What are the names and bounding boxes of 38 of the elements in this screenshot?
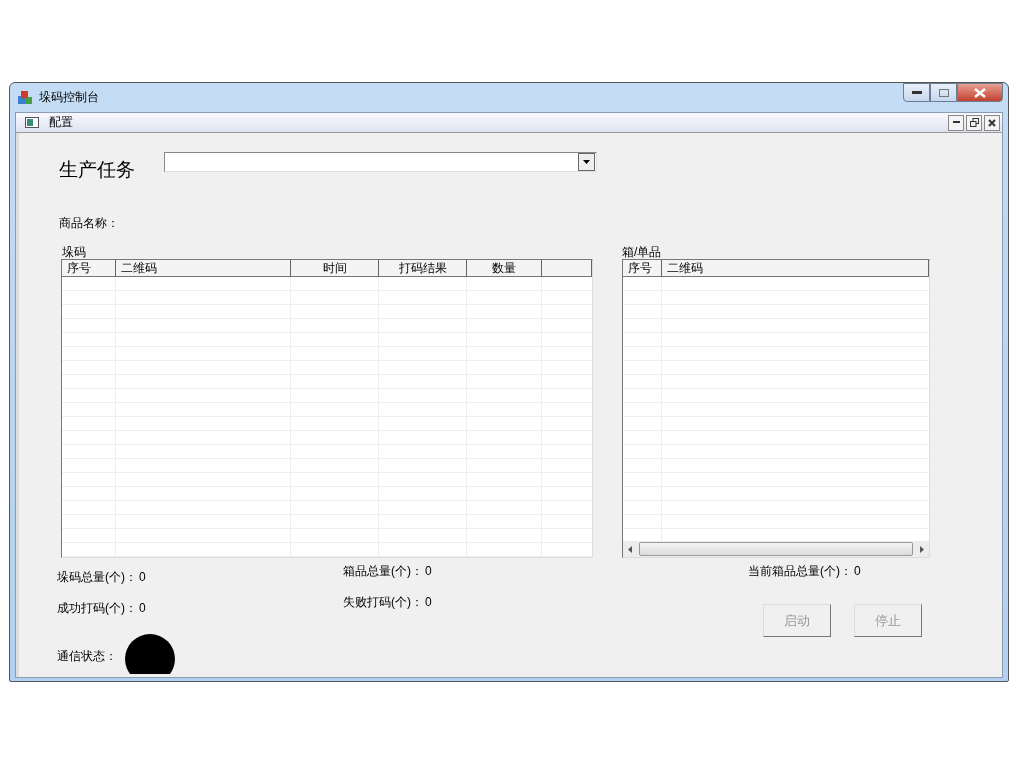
product-name-label: 商品名称： [59, 215, 120, 232]
minimize-icon [952, 121, 960, 124]
close-icon [988, 118, 996, 127]
form-icon [25, 117, 39, 128]
maximize-icon [938, 88, 949, 97]
stat-label: 成功打码(个)： 0 [57, 600, 147, 617]
column-header[interactable]: 序号 [623, 260, 662, 276]
minimize-button[interactable] [948, 114, 964, 131]
column-header[interactable]: 数量 [467, 260, 542, 276]
scroll-right-icon[interactable] [919, 545, 924, 553]
child-window-title: 配置 [49, 114, 73, 131]
minimize-button[interactable] [903, 83, 930, 102]
task-dropdown[interactable] [164, 152, 597, 172]
stat-label: 箱品总量(个)： 0 [343, 563, 433, 580]
horizontal-scrollbar[interactable] [623, 541, 929, 557]
dropdown-arrow-icon [583, 160, 590, 164]
maximize-button[interactable] [930, 83, 957, 102]
window-title: 垛码控制台 [39, 89, 99, 106]
status-label: 通信状态： [57, 648, 118, 665]
column-header[interactable]: 二维码 [116, 260, 291, 276]
cubes-icon [17, 89, 33, 106]
table-title: 垛码 [62, 245, 87, 259]
stat-label: 当前箱品总量(个)： 0 [748, 563, 862, 580]
column-header[interactable]: 时间 [291, 260, 379, 276]
minimize-icon [911, 90, 922, 95]
restore-icon [969, 118, 979, 127]
close-button[interactable] [957, 83, 1003, 102]
restore-button[interactable] [966, 114, 982, 131]
column-header[interactable]: 序号 [62, 260, 116, 276]
task-label: 生产任务 [59, 158, 136, 182]
column-header[interactable]: 打码结果 [379, 260, 467, 276]
scroll-left-icon[interactable] [628, 545, 633, 553]
close-button[interactable] [984, 114, 1000, 131]
close-icon [974, 87, 986, 98]
column-header[interactable]: 二维码 [662, 260, 929, 276]
stat-label: 垛码总量(个)： 0 [57, 569, 147, 586]
stat-label: 失败打码(个)： 0 [343, 594, 433, 611]
table-title: 箱/单品 [622, 245, 663, 259]
